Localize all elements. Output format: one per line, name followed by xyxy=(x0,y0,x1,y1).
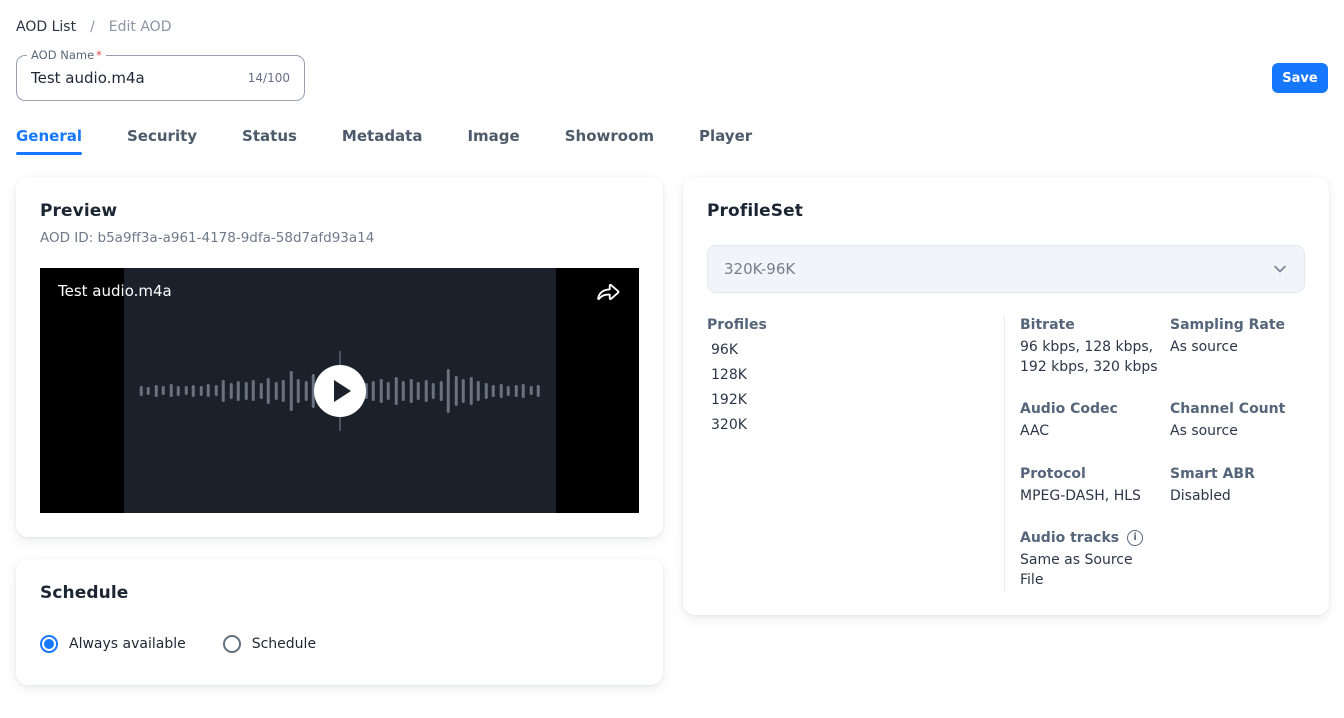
char-counter: 14/100 xyxy=(248,71,290,85)
details-grid: Bitrate 96 kbps, 128 kbps, 192 kbps, 320… xyxy=(1020,317,1305,591)
chevron-down-icon xyxy=(1272,261,1288,277)
radio-schedule[interactable]: Schedule xyxy=(223,635,316,653)
radio-unselected-icon[interactable] xyxy=(223,635,241,653)
detail-audio-tracks: Audio tracks i Same as Source File xyxy=(1020,530,1170,590)
profiles-list: Profiles 96K 128K 192K 320K xyxy=(707,317,1004,591)
breadcrumb-aod-list[interactable]: AOD List xyxy=(16,19,76,35)
tab-security[interactable]: Security xyxy=(127,127,197,155)
detail-sampling-rate: Sampling Rate As source xyxy=(1170,317,1305,358)
main-content: Preview AOD ID: b5a9ff3a-a961-4178-9dfa-… xyxy=(0,177,1344,685)
tab-metadata[interactable]: Metadata xyxy=(342,127,423,155)
radio-schedule-label: Schedule xyxy=(252,636,316,652)
tab-image[interactable]: Image xyxy=(467,127,519,155)
audio-player[interactable]: Test audio.m4a xyxy=(40,268,639,513)
breadcrumb-edit-aod: Edit AOD xyxy=(109,19,172,35)
profile-item: 96K xyxy=(707,342,1004,358)
aod-name-input[interactable] xyxy=(31,69,240,87)
vertical-divider xyxy=(1004,317,1005,591)
radio-selected-icon[interactable] xyxy=(40,635,58,653)
detail-protocol: Protocol MPEG-DASH, HLS xyxy=(1020,466,1170,507)
profileset-dropdown-value: 320K-96K xyxy=(724,260,795,278)
profileset-dropdown[interactable]: 320K-96K xyxy=(707,245,1305,293)
tab-player[interactable]: Player xyxy=(699,127,752,155)
profiles-label: Profiles xyxy=(707,317,1004,333)
profile-item: 192K xyxy=(707,392,1004,408)
detail-audio-codec: Audio Codec AAC xyxy=(1020,401,1170,442)
detail-channel-count: Channel Count As source xyxy=(1170,401,1305,442)
profile-item: 128K xyxy=(707,367,1004,383)
preview-card: Preview AOD ID: b5a9ff3a-a961-4178-9dfa-… xyxy=(16,177,663,537)
share-icon[interactable] xyxy=(595,280,621,306)
tab-bar: General Security Status Metadata Image S… xyxy=(0,127,1344,155)
tab-status[interactable]: Status xyxy=(242,127,297,155)
detail-bitrate: Bitrate 96 kbps, 128 kbps, 192 kbps, 320… xyxy=(1020,317,1170,377)
edit-aod-page: AOD List / Edit AOD AOD Name* 14/100 Sav… xyxy=(0,0,1344,718)
radio-always-available[interactable]: Always available xyxy=(40,635,186,653)
schedule-options: Always available Schedule xyxy=(40,635,639,653)
player-title-overlay: Test audio.m4a xyxy=(58,282,172,300)
profile-item: 320K xyxy=(707,417,1004,433)
save-button[interactable]: Save xyxy=(1272,63,1328,93)
required-asterisk: * xyxy=(96,48,102,62)
breadcrumb-separator: / xyxy=(90,19,95,35)
aod-name-label: AOD Name* xyxy=(27,48,106,62)
play-icon xyxy=(334,380,351,402)
play-button[interactable] xyxy=(314,365,366,417)
profileset-title: ProfileSet xyxy=(707,201,1305,221)
tab-showroom[interactable]: Showroom xyxy=(565,127,654,155)
tab-general[interactable]: General xyxy=(16,127,82,155)
preview-title: Preview xyxy=(40,201,639,221)
profileset-card: ProfileSet 320K-96K Profiles 96K 128K 19… xyxy=(683,177,1329,615)
detail-smart-abr: Smart ABR Disabled xyxy=(1170,466,1305,507)
breadcrumb: AOD List / Edit AOD xyxy=(0,0,1344,35)
profileset-details: Profiles 96K 128K 192K 320K Bitrate 96 k… xyxy=(707,317,1305,591)
aod-name-field: AOD Name* 14/100 xyxy=(16,55,305,101)
aod-id-text: AOD ID: b5a9ff3a-a961-4178-9dfa-58d7afd9… xyxy=(40,230,639,246)
radio-always-available-label: Always available xyxy=(69,636,186,652)
info-icon[interactable]: i xyxy=(1127,530,1143,546)
schedule-title: Schedule xyxy=(40,583,639,603)
schedule-card: Schedule Always available Schedule xyxy=(16,559,663,685)
header-row: AOD Name* 14/100 Save xyxy=(0,55,1344,101)
